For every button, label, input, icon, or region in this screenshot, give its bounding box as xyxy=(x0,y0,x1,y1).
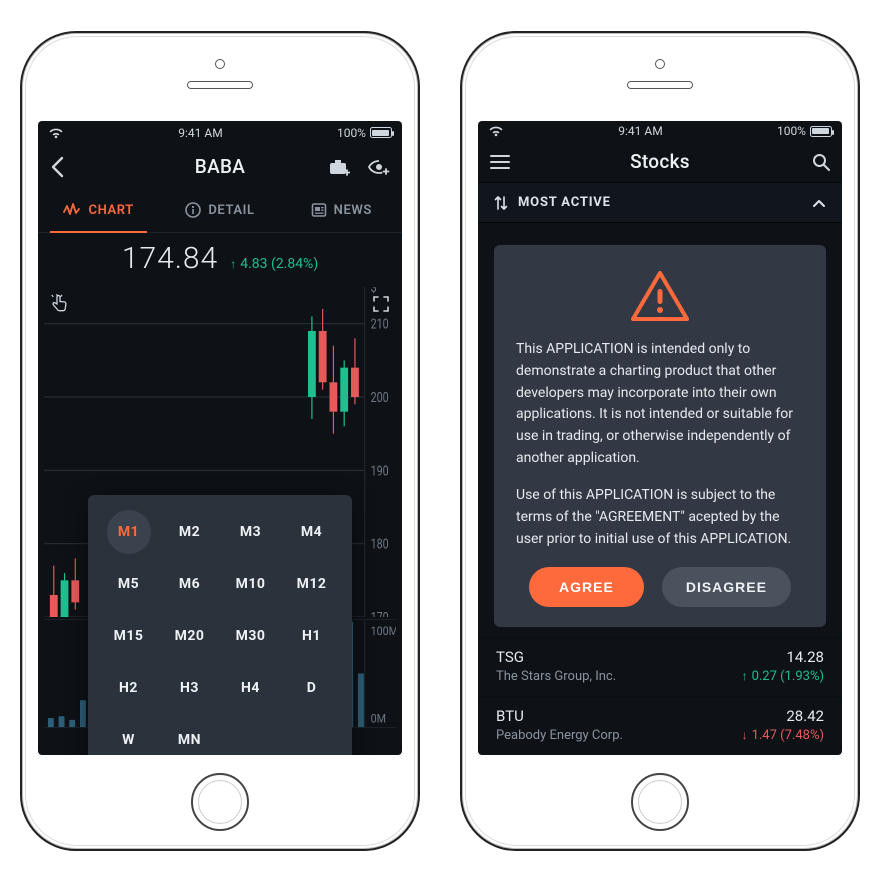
fullscreen-button[interactable] xyxy=(368,291,394,317)
status-time: 9:41 AM xyxy=(618,124,662,138)
timeframe-option-h2[interactable]: H2 xyxy=(98,665,159,711)
price-row: 174.84 ↑ 4.83 (2.84%) xyxy=(38,233,402,287)
screen-stock-detail: 9:41 AM 100% BABA xyxy=(38,121,402,755)
stock-delta: ↓1.47 (7.48%) xyxy=(742,728,824,743)
timeframe-option-mn[interactable]: MN xyxy=(159,717,220,755)
status-bar: 9:41 AM 100% xyxy=(478,121,842,143)
battery-icon xyxy=(810,126,832,137)
battery-text: 100% xyxy=(777,124,806,138)
tab-news[interactable]: NEWS xyxy=(281,189,402,232)
price-delta-text: 4.83 (2.84%) xyxy=(240,256,318,272)
stock-company: Peabody Energy Corp. xyxy=(496,728,623,743)
svg-text:210: 210 xyxy=(371,316,389,333)
stock-delta: ↑0.27 (1.93%) xyxy=(742,669,824,684)
wifi-icon xyxy=(488,125,504,137)
page-title: Stocks xyxy=(630,150,690,173)
svg-text:0M: 0M xyxy=(371,712,386,726)
timeframe-option-h1[interactable]: H1 xyxy=(281,613,342,659)
tab-label: NEWS xyxy=(334,203,372,218)
home-button[interactable] xyxy=(631,773,689,831)
timeframe-option-m1[interactable]: M1 xyxy=(107,510,151,554)
detail-tabs: CHART DETAIL NEWS xyxy=(38,189,402,233)
search-button[interactable] xyxy=(812,153,830,171)
tab-chart[interactable]: CHART xyxy=(38,189,159,232)
tab-label: CHART xyxy=(88,203,133,218)
stock-ticker: TSG xyxy=(496,648,524,666)
timeframe-option-h3[interactable]: H3 xyxy=(159,665,220,711)
timeframe-option-m12[interactable]: M12 xyxy=(281,561,342,607)
news-icon xyxy=(311,202,327,218)
speaker-slot xyxy=(627,81,693,89)
svg-text:100M: 100M xyxy=(371,624,396,638)
device-top-hardware xyxy=(22,59,418,89)
device-left: 9:41 AM 100% BABA xyxy=(20,31,420,851)
arrow-down-icon: ↓ xyxy=(742,728,748,742)
price-value: 174.84 xyxy=(122,241,218,276)
touch-tool-button[interactable] xyxy=(46,291,72,317)
screen-stocks-list: 9:41 AM 100% Stocks xyxy=(478,121,842,755)
timeframe-option-m30[interactable]: M30 xyxy=(220,613,281,659)
warning-icon xyxy=(516,269,804,323)
stock-row[interactable]: BTU 28.42 Peabody Energy Corp. ↓1.47 (7.48%… xyxy=(478,696,842,755)
section-most-active[interactable]: MOST ACTIVE xyxy=(478,182,842,224)
tab-label: DETAIL xyxy=(208,203,254,218)
timeframe-option-m4[interactable]: M4 xyxy=(281,509,342,555)
menu-button[interactable] xyxy=(490,155,510,169)
status-time: 9:41 AM xyxy=(178,126,222,140)
sort-icon xyxy=(494,195,508,211)
stock-price: 28.42 xyxy=(786,707,824,725)
add-to-portfolio-button[interactable] xyxy=(330,158,350,176)
status-bar: 9:41 AM 100% xyxy=(38,121,402,145)
add-to-watchlist-button[interactable] xyxy=(368,159,390,175)
stock-price: 14.28 xyxy=(786,648,824,666)
speaker-slot xyxy=(187,81,253,89)
arrow-up-icon: ↑ xyxy=(742,669,748,683)
camera-dot xyxy=(655,59,665,69)
timeframe-option-m3[interactable]: M3 xyxy=(220,509,281,555)
arrow-up-icon: ↑ xyxy=(230,257,236,271)
disclaimer-paragraph: Use of this APPLICATION is subject to th… xyxy=(516,485,804,550)
app-header: BABA xyxy=(38,145,402,189)
stock-company: The Stars Group, Inc. xyxy=(496,669,616,684)
home-button[interactable] xyxy=(191,773,249,831)
stock-ticker: BTU xyxy=(496,707,524,725)
stock-row[interactable]: TSG 14.28 The Stars Group, Inc. ↑0.27 (1.93… xyxy=(478,637,842,696)
page-title: BABA xyxy=(195,155,245,178)
tab-detail[interactable]: DETAIL xyxy=(159,189,280,232)
device-right: 9:41 AM 100% Stocks xyxy=(460,31,860,851)
wifi-icon xyxy=(48,127,64,139)
timeframe-option-d[interactable]: D xyxy=(281,665,342,711)
svg-text:190: 190 xyxy=(371,463,389,480)
chevron-up-icon xyxy=(812,198,826,208)
back-button[interactable] xyxy=(50,156,64,178)
price-delta: ↑ 4.83 (2.84%) xyxy=(230,256,318,272)
chart-area: $210200190180170 100M0M 04.05.2019 14.05… xyxy=(38,287,402,755)
battery-icon xyxy=(370,127,392,138)
timeframe-option-m15[interactable]: M15 xyxy=(98,613,159,659)
svg-text:170: 170 xyxy=(371,609,389,616)
disclaimer-paragraph: This APPLICATION is intended only to dem… xyxy=(516,339,804,469)
disagree-button[interactable]: DISAGREE xyxy=(662,567,791,607)
timeframe-picker: M1M2M3M4M5M6M10M12M15M20M30H1H2H3H4DWMN … xyxy=(88,495,352,755)
section-label: MOST ACTIVE xyxy=(518,195,611,210)
disclaimer-card: This APPLICATION is intended only to dem… xyxy=(494,245,826,626)
app-header: Stocks xyxy=(478,142,842,182)
timeframe-option-m5[interactable]: M5 xyxy=(98,561,159,607)
timeframe-option-h4[interactable]: H4 xyxy=(220,665,281,711)
battery-text: 100% xyxy=(337,126,366,140)
timeframe-option-m6[interactable]: M6 xyxy=(159,561,220,607)
timeframe-option-w[interactable]: W xyxy=(98,717,159,755)
device-top-hardware xyxy=(462,59,858,89)
timeframe-option-m20[interactable]: M20 xyxy=(159,613,220,659)
pulse-icon xyxy=(63,203,81,217)
timeframe-option-m2[interactable]: M2 xyxy=(159,509,220,555)
camera-dot xyxy=(215,59,225,69)
timeframe-option-m10[interactable]: M10 xyxy=(220,561,281,607)
agree-button[interactable]: AGREE xyxy=(529,567,644,607)
svg-text:200: 200 xyxy=(371,389,389,406)
svg-text:180: 180 xyxy=(371,536,389,553)
info-icon xyxy=(185,202,201,218)
